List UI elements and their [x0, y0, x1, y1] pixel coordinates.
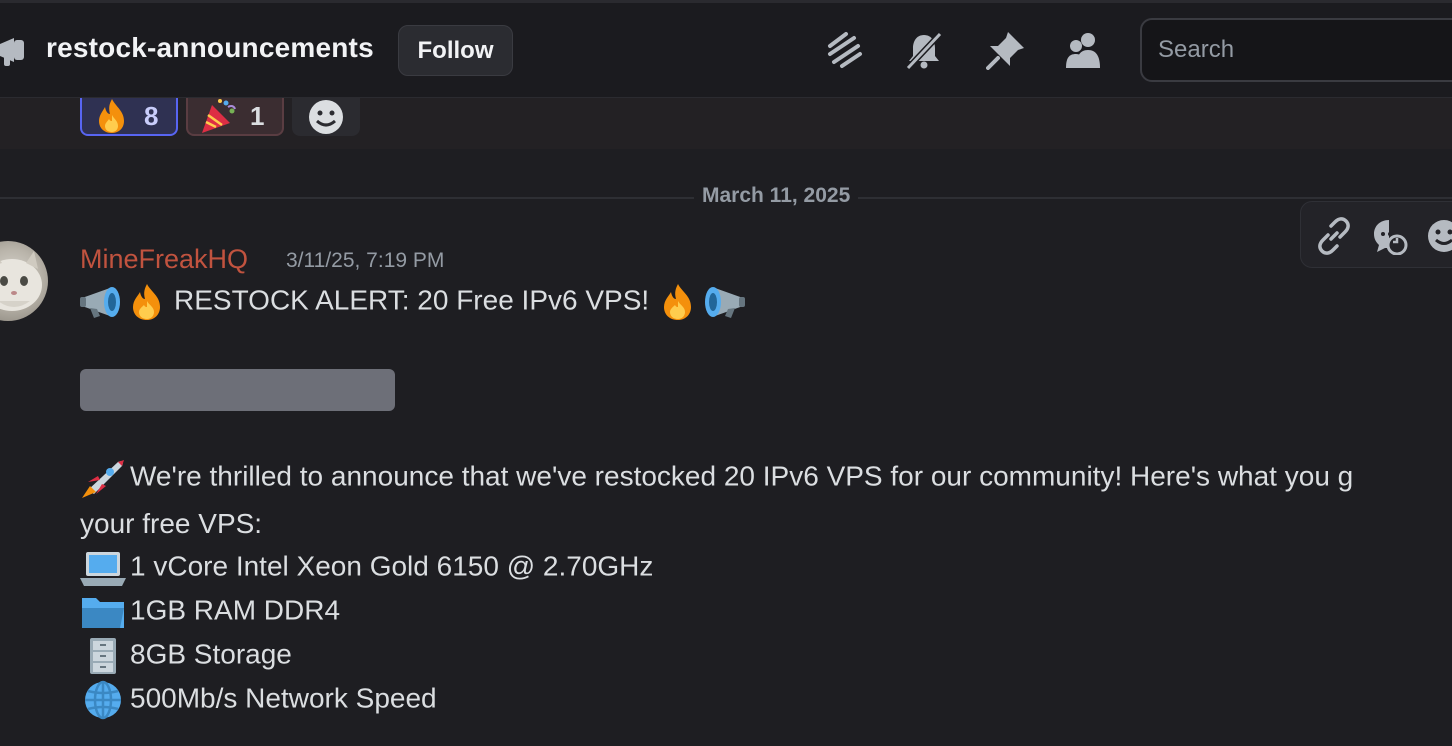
date-divider-label: March 11, 2025 [694, 184, 859, 208]
channel-name: restock-announcements [46, 32, 374, 63]
message-hover-toolbar [1300, 201, 1452, 268]
reaction-count: 8 [144, 100, 159, 131]
follow-button[interactable]: Follow [398, 25, 513, 76]
megaphone-icon [705, 287, 746, 318]
laptop-icon [80, 552, 126, 586]
message-intro-line: We're thrilled to announce that we've re… [80, 458, 1353, 498]
add-reaction-icon[interactable] [1425, 217, 1452, 255]
spec-item-ram: 1GB RAM DDR4 [80, 592, 340, 632]
reaction-party[interactable]: 1 [186, 98, 284, 136]
mute-bell-icon[interactable] [904, 30, 944, 70]
pin-icon[interactable] [986, 30, 1026, 70]
spec-item-storage: 8GB Storage [80, 636, 292, 676]
spec-text: 8GB Storage [130, 638, 292, 670]
megaphone-icon [80, 287, 120, 318]
username[interactable]: MineFreakHQ [80, 244, 248, 275]
add-reaction-icon [309, 100, 343, 134]
folder-icon [82, 598, 124, 628]
globe-icon [85, 680, 121, 720]
timestamp: 3/11/25, 7:19 PM [286, 249, 445, 272]
members-icon[interactable] [1064, 30, 1104, 70]
fire-icon [133, 284, 160, 320]
message-title: RESTOCK ALERT: 20 Free IPv6 VPS! [174, 284, 650, 316]
spec-text: 1GB RAM DDR4 [130, 594, 341, 626]
party-popper-icon [202, 99, 236, 133]
fire-icon [664, 284, 692, 320]
file-cabinet-icon [90, 638, 116, 674]
rocket-icon [82, 460, 124, 498]
search-box[interactable] [1140, 18, 1452, 82]
reply-thread-icon[interactable] [1371, 217, 1409, 255]
add-reaction-button[interactable] [292, 98, 360, 136]
channel-header: restock-announcements Follow [0, 0, 1452, 98]
message-intro-text: We're thrilled to announce that we've re… [130, 460, 1354, 492]
announcement-channel-icon [0, 38, 24, 66]
spec-text: 1 vCore Intel Xeon Gold 6150 @ 2.70GHz [130, 550, 654, 582]
link-icon[interactable] [1315, 217, 1353, 255]
spec-item-cpu: 1 vCore Intel Xeon Gold 6150 @ 2.70GHz [80, 548, 653, 588]
reaction-fire[interactable]: 8 [80, 98, 178, 136]
search-input[interactable] [1142, 20, 1452, 80]
spec-item-network: 500Mb/s Network Speed [80, 680, 437, 720]
message-title-line: RESTOCK ALERT: 20 Free IPv6 VPS! [80, 282, 749, 322]
spoiler-block[interactable] [80, 369, 395, 411]
divider [0, 0, 1452, 3]
reaction-count: 1 [250, 100, 265, 131]
spec-text: 500Mb/s Network Speed [130, 682, 437, 714]
threads-icon[interactable] [824, 30, 864, 70]
fire-icon [99, 99, 124, 133]
message-intro-line-2: your free VPS: [80, 508, 263, 539]
